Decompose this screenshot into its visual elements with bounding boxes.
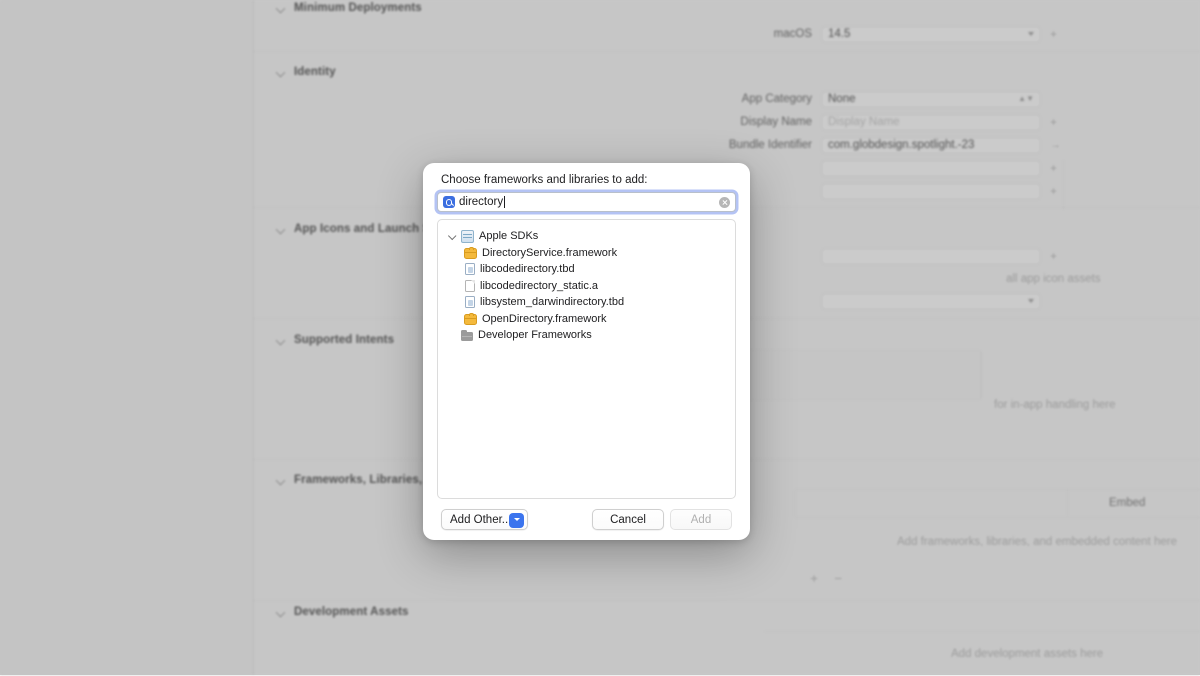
folder-icon (461, 329, 473, 341)
search-icon (443, 196, 455, 208)
framework-icon (464, 246, 477, 259)
list-item[interactable]: OpenDirectory.framework (438, 311, 735, 328)
list-item[interactable]: Developer Frameworks (438, 327, 735, 344)
text-caret (504, 196, 506, 208)
static-library-icon (465, 279, 475, 292)
framework-icon (464, 312, 477, 325)
list-item-label: Apple SDKs (479, 230, 539, 243)
add-other-button[interactable]: Add Other... (441, 509, 528, 530)
choose-frameworks-dialog: Choose frameworks and libraries to add: … (423, 163, 750, 540)
list-item[interactable]: DirectoryService.framework (438, 245, 735, 262)
xcode-target-editor-window: Minimum Deployments macOS 14.5 + Identit… (0, 0, 1200, 675)
list-item[interactable]: Apple SDKs (438, 228, 735, 245)
tbd-file-icon (465, 296, 475, 309)
add-label: Add (690, 513, 712, 526)
add-other-label: Add Other... (450, 513, 512, 526)
chevron-down-icon[interactable] (509, 512, 524, 528)
add-button[interactable]: Add (670, 509, 732, 530)
list-item[interactable]: libcodedirectory.tbd (438, 261, 735, 278)
list-item-label: libcodedirectory.tbd (480, 263, 575, 276)
list-item-label: Developer Frameworks (478, 329, 592, 342)
dialog-title: Choose frameworks and libraries to add: (441, 174, 648, 186)
cancel-button[interactable]: Cancel (592, 509, 664, 530)
search-input-value: directory (459, 196, 504, 208)
list-item[interactable]: libsystem_darwindirectory.tbd (438, 294, 735, 311)
clear-icon[interactable] (719, 196, 730, 208)
list-item-label: libsystem_darwindirectory.tbd (480, 296, 625, 309)
chevron-down-icon[interactable] (448, 231, 458, 241)
list-item[interactable]: libcodedirectory_static.a (438, 278, 735, 295)
list-item-label: libcodedirectory_static.a (480, 279, 599, 292)
list-item-label: OpenDirectory.framework (482, 312, 607, 325)
framework-results-list[interactable]: Apple SDKs DirectoryService.framework li… (437, 219, 736, 499)
dialog-footer: Add Other... Cancel Add (423, 499, 750, 540)
sdk-icon (461, 229, 474, 243)
search-field-wrapper: directory (437, 192, 736, 212)
cancel-label: Cancel (610, 513, 646, 526)
list-item-label: DirectoryService.framework (482, 246, 618, 259)
tbd-file-icon (465, 263, 475, 276)
search-input[interactable]: directory (437, 192, 736, 212)
